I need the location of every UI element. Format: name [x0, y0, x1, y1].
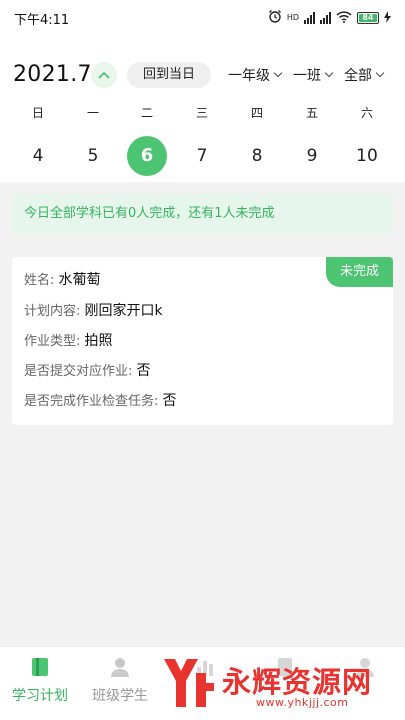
- tab-label: 学习计划: [12, 688, 68, 704]
- weekday-label: 六: [360, 106, 373, 120]
- grade-filter[interactable]: 一年级: [228, 65, 283, 85]
- field-row-name: 姓名: 水葡萄: [24, 269, 101, 289]
- field-label: 作业类型:: [24, 334, 85, 349]
- date-cell[interactable]: 10: [347, 136, 387, 176]
- chevron-down-icon: [375, 68, 385, 78]
- field-label: 是否提交对应作业:: [24, 364, 137, 379]
- field-label: 姓名:: [24, 273, 59, 288]
- back-to-today-button[interactable]: 回到当日: [127, 62, 211, 88]
- plan-card[interactable]: 未完成 姓名: 水葡萄 计划内容: 刚回家开口k 作业类型: 拍照 是否提交对应…: [12, 257, 393, 425]
- tab-class-students[interactable]: 班级学生: [80, 655, 160, 705]
- top-panel: 下午4:11 HD 84 2021.7 回到当日 一年级 一班 全部 日 一 二…: [0, 0, 405, 182]
- class-filter[interactable]: 一班: [293, 65, 334, 85]
- weekday-label: 三: [195, 106, 208, 120]
- status-time: 下午4:11: [14, 13, 70, 28]
- date-cell[interactable]: 8: [237, 136, 277, 176]
- watermark-logo-icon: [164, 659, 214, 707]
- watermark-url: www.yhkjjj.com: [256, 696, 349, 709]
- tab-label: 班级学生: [92, 688, 148, 704]
- field-value: 否: [162, 393, 177, 409]
- weekday-label: 二: [140, 106, 153, 120]
- field-value: 刚回家开口k: [84, 303, 163, 319]
- scope-filter-label: 全部: [344, 68, 372, 84]
- date-cell[interactable]: 4: [18, 136, 58, 176]
- field-row-plan: 计划内容: 刚回家开口k: [24, 300, 163, 320]
- field-row-submitted: 是否提交对应作业: 否: [24, 360, 151, 380]
- chevron-up-icon: [98, 71, 110, 79]
- grade-filter-label: 一年级: [228, 68, 270, 84]
- month-label: 2021.7: [13, 62, 92, 87]
- field-row-type: 作业类型: 拍照: [24, 330, 113, 350]
- scope-filter[interactable]: 全部: [344, 65, 385, 85]
- user-icon: [111, 658, 129, 677]
- chevron-down-icon: [273, 68, 283, 78]
- class-filter-label: 一班: [293, 68, 321, 84]
- date-cell-selected[interactable]: 6: [127, 136, 167, 176]
- charging-icon: [384, 8, 391, 27]
- completion-notice: 今日全部学科已有0人完成，还有1人未完成: [12, 194, 393, 234]
- tab-study-plan[interactable]: 学习计划: [0, 655, 80, 705]
- signal-icon-2: [320, 11, 331, 24]
- field-label: 是否完成作业检查任务:: [24, 394, 163, 409]
- alarm-icon: [268, 8, 282, 27]
- date-cell[interactable]: 7: [182, 136, 222, 176]
- calendar-header: 2021.7 回到当日 一年级 一班 全部: [0, 58, 405, 94]
- signal-icon-1: [304, 11, 315, 24]
- date-cell[interactable]: 9: [292, 136, 332, 176]
- field-row-checked: 是否完成作业检查任务: 否: [24, 390, 177, 410]
- field-value: 水葡萄: [58, 272, 101, 288]
- battery-level: 84: [359, 13, 377, 22]
- battery-icon: 84: [357, 11, 379, 24]
- wifi-icon: [336, 8, 352, 27]
- hd-label: HD: [286, 12, 299, 22]
- watermark-text: 永辉资源网: [222, 665, 373, 699]
- status-icons: HD 84: [268, 8, 391, 27]
- weekday-label: 日: [31, 106, 44, 120]
- date-cell[interactable]: 5: [73, 136, 113, 176]
- chevron-down-icon: [324, 68, 334, 78]
- weekday-label: 四: [250, 106, 263, 120]
- field-value: 拍照: [84, 333, 113, 349]
- field-label: 计划内容:: [24, 304, 85, 319]
- collapse-calendar-button[interactable]: [91, 62, 117, 88]
- field-value: 否: [136, 363, 151, 379]
- status-badge: 未完成: [326, 257, 393, 287]
- book-icon: [32, 658, 48, 676]
- weekday-label: 一: [86, 106, 99, 120]
- status-bar: 下午4:11 HD 84: [0, 0, 405, 34]
- watermark: 永辉资源网 www.yhkjjj.com: [160, 653, 390, 715]
- weekday-label: 五: [305, 106, 318, 120]
